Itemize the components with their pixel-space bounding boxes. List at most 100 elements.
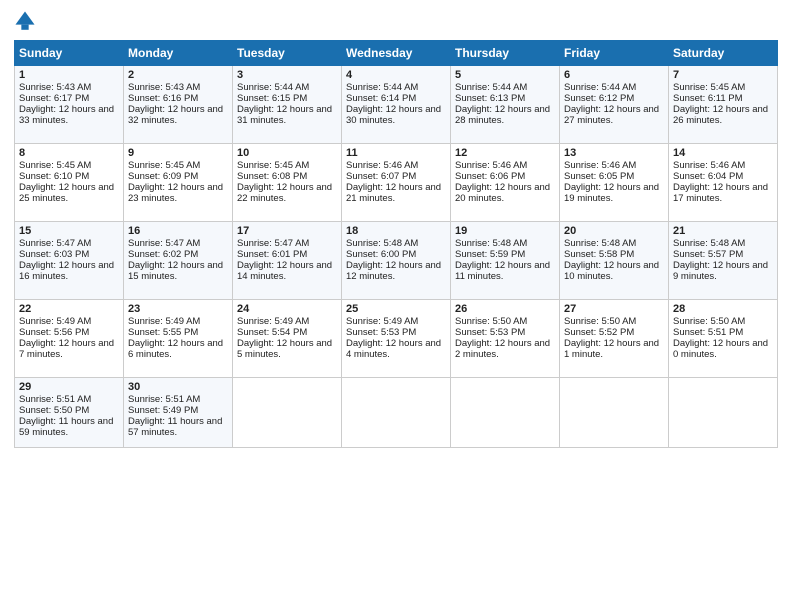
calendar-cell	[669, 378, 778, 448]
day-number: 17	[237, 225, 337, 237]
day-number: 18	[346, 225, 446, 237]
day-info: Sunrise: 5:45 AM	[237, 160, 337, 171]
day-number: 2	[128, 69, 228, 81]
day-number: 9	[128, 147, 228, 159]
day-header: Friday	[560, 41, 669, 66]
calendar-cell: 28Sunrise: 5:50 AMSunset: 5:51 PMDayligh…	[669, 300, 778, 378]
day-info: Sunset: 6:15 PM	[237, 93, 337, 104]
day-info: Daylight: 12 hours and 26 minutes.	[673, 104, 773, 126]
day-info: Sunrise: 5:45 AM	[128, 160, 228, 171]
day-header: Saturday	[669, 41, 778, 66]
calendar-header-row: SundayMondayTuesdayWednesdayThursdayFrid…	[15, 41, 778, 66]
day-info: Sunrise: 5:46 AM	[346, 160, 446, 171]
day-info: Sunrise: 5:51 AM	[19, 394, 119, 405]
day-info: Sunrise: 5:49 AM	[19, 316, 119, 327]
day-number: 21	[673, 225, 773, 237]
calendar-cell: 18Sunrise: 5:48 AMSunset: 6:00 PMDayligh…	[342, 222, 451, 300]
calendar-cell: 17Sunrise: 5:47 AMSunset: 6:01 PMDayligh…	[233, 222, 342, 300]
day-info: Sunset: 6:04 PM	[673, 171, 773, 182]
day-info: Sunset: 6:05 PM	[564, 171, 664, 182]
day-info: Daylight: 12 hours and 5 minutes.	[237, 338, 337, 360]
day-number: 24	[237, 303, 337, 315]
day-info: Sunset: 6:06 PM	[455, 171, 555, 182]
day-number: 29	[19, 381, 119, 393]
calendar-cell: 15Sunrise: 5:47 AMSunset: 6:03 PMDayligh…	[15, 222, 124, 300]
day-number: 7	[673, 69, 773, 81]
day-info: Sunset: 5:54 PM	[237, 327, 337, 338]
day-info: Daylight: 12 hours and 21 minutes.	[346, 182, 446, 204]
calendar-cell: 14Sunrise: 5:46 AMSunset: 6:04 PMDayligh…	[669, 144, 778, 222]
day-info: Daylight: 12 hours and 22 minutes.	[237, 182, 337, 204]
day-header: Sunday	[15, 41, 124, 66]
day-info: Daylight: 12 hours and 23 minutes.	[128, 182, 228, 204]
calendar-cell: 7Sunrise: 5:45 AMSunset: 6:11 PMDaylight…	[669, 66, 778, 144]
calendar-cell: 2Sunrise: 5:43 AMSunset: 6:16 PMDaylight…	[124, 66, 233, 144]
day-header: Monday	[124, 41, 233, 66]
day-info: Sunrise: 5:46 AM	[564, 160, 664, 171]
calendar-cell	[451, 378, 560, 448]
page: SundayMondayTuesdayWednesdayThursdayFrid…	[0, 0, 792, 612]
day-info: Daylight: 12 hours and 16 minutes.	[19, 260, 119, 282]
calendar-cell	[560, 378, 669, 448]
day-info: Sunset: 5:53 PM	[346, 327, 446, 338]
day-info: Sunrise: 5:47 AM	[19, 238, 119, 249]
day-info: Sunset: 5:53 PM	[455, 327, 555, 338]
day-info: Daylight: 12 hours and 30 minutes.	[346, 104, 446, 126]
calendar-cell: 25Sunrise: 5:49 AMSunset: 5:53 PMDayligh…	[342, 300, 451, 378]
day-info: Sunrise: 5:47 AM	[237, 238, 337, 249]
day-info: Sunset: 6:11 PM	[673, 93, 773, 104]
calendar-cell: 5Sunrise: 5:44 AMSunset: 6:13 PMDaylight…	[451, 66, 560, 144]
calendar-cell: 9Sunrise: 5:45 AMSunset: 6:09 PMDaylight…	[124, 144, 233, 222]
day-number: 14	[673, 147, 773, 159]
day-info: Sunrise: 5:44 AM	[346, 82, 446, 93]
day-info: Sunset: 6:16 PM	[128, 93, 228, 104]
day-info: Daylight: 12 hours and 0 minutes.	[673, 338, 773, 360]
day-info: Sunrise: 5:48 AM	[346, 238, 446, 249]
day-info: Sunset: 5:50 PM	[19, 405, 119, 416]
day-info: Sunset: 6:08 PM	[237, 171, 337, 182]
day-number: 4	[346, 69, 446, 81]
calendar-body: 1Sunrise: 5:43 AMSunset: 6:17 PMDaylight…	[15, 66, 778, 448]
day-info: Daylight: 12 hours and 25 minutes.	[19, 182, 119, 204]
calendar-cell: 29Sunrise: 5:51 AMSunset: 5:50 PMDayligh…	[15, 378, 124, 448]
day-number: 16	[128, 225, 228, 237]
day-number: 8	[19, 147, 119, 159]
day-info: Sunrise: 5:44 AM	[455, 82, 555, 93]
day-number: 10	[237, 147, 337, 159]
calendar-table: SundayMondayTuesdayWednesdayThursdayFrid…	[14, 40, 778, 448]
day-number: 15	[19, 225, 119, 237]
day-info: Sunset: 6:01 PM	[237, 249, 337, 260]
day-info: Sunset: 5:49 PM	[128, 405, 228, 416]
day-info: Daylight: 12 hours and 14 minutes.	[237, 260, 337, 282]
day-info: Sunrise: 5:49 AM	[128, 316, 228, 327]
calendar-cell: 16Sunrise: 5:47 AMSunset: 6:02 PMDayligh…	[124, 222, 233, 300]
day-number: 1	[19, 69, 119, 81]
calendar-week-row: 1Sunrise: 5:43 AMSunset: 6:17 PMDaylight…	[15, 66, 778, 144]
day-number: 25	[346, 303, 446, 315]
calendar-week-row: 15Sunrise: 5:47 AMSunset: 6:03 PMDayligh…	[15, 222, 778, 300]
day-number: 28	[673, 303, 773, 315]
day-number: 22	[19, 303, 119, 315]
day-info: Sunset: 6:14 PM	[346, 93, 446, 104]
calendar-week-row: 22Sunrise: 5:49 AMSunset: 5:56 PMDayligh…	[15, 300, 778, 378]
day-info: Daylight: 11 hours and 59 minutes.	[19, 416, 119, 438]
day-info: Sunrise: 5:44 AM	[564, 82, 664, 93]
calendar-cell: 30Sunrise: 5:51 AMSunset: 5:49 PMDayligh…	[124, 378, 233, 448]
day-number: 13	[564, 147, 664, 159]
calendar-cell: 21Sunrise: 5:48 AMSunset: 5:57 PMDayligh…	[669, 222, 778, 300]
day-info: Daylight: 12 hours and 10 minutes.	[564, 260, 664, 282]
day-info: Sunrise: 5:50 AM	[564, 316, 664, 327]
calendar-cell: 11Sunrise: 5:46 AMSunset: 6:07 PMDayligh…	[342, 144, 451, 222]
day-number: 23	[128, 303, 228, 315]
day-header: Wednesday	[342, 41, 451, 66]
day-info: Daylight: 12 hours and 19 minutes.	[564, 182, 664, 204]
day-info: Sunrise: 5:43 AM	[128, 82, 228, 93]
calendar-cell: 23Sunrise: 5:49 AMSunset: 5:55 PMDayligh…	[124, 300, 233, 378]
calendar-week-row: 29Sunrise: 5:51 AMSunset: 5:50 PMDayligh…	[15, 378, 778, 448]
calendar-cell: 12Sunrise: 5:46 AMSunset: 6:06 PMDayligh…	[451, 144, 560, 222]
day-info: Daylight: 12 hours and 31 minutes.	[237, 104, 337, 126]
day-info: Daylight: 12 hours and 7 minutes.	[19, 338, 119, 360]
day-info: Sunrise: 5:48 AM	[455, 238, 555, 249]
day-number: 5	[455, 69, 555, 81]
calendar-cell: 19Sunrise: 5:48 AMSunset: 5:59 PMDayligh…	[451, 222, 560, 300]
